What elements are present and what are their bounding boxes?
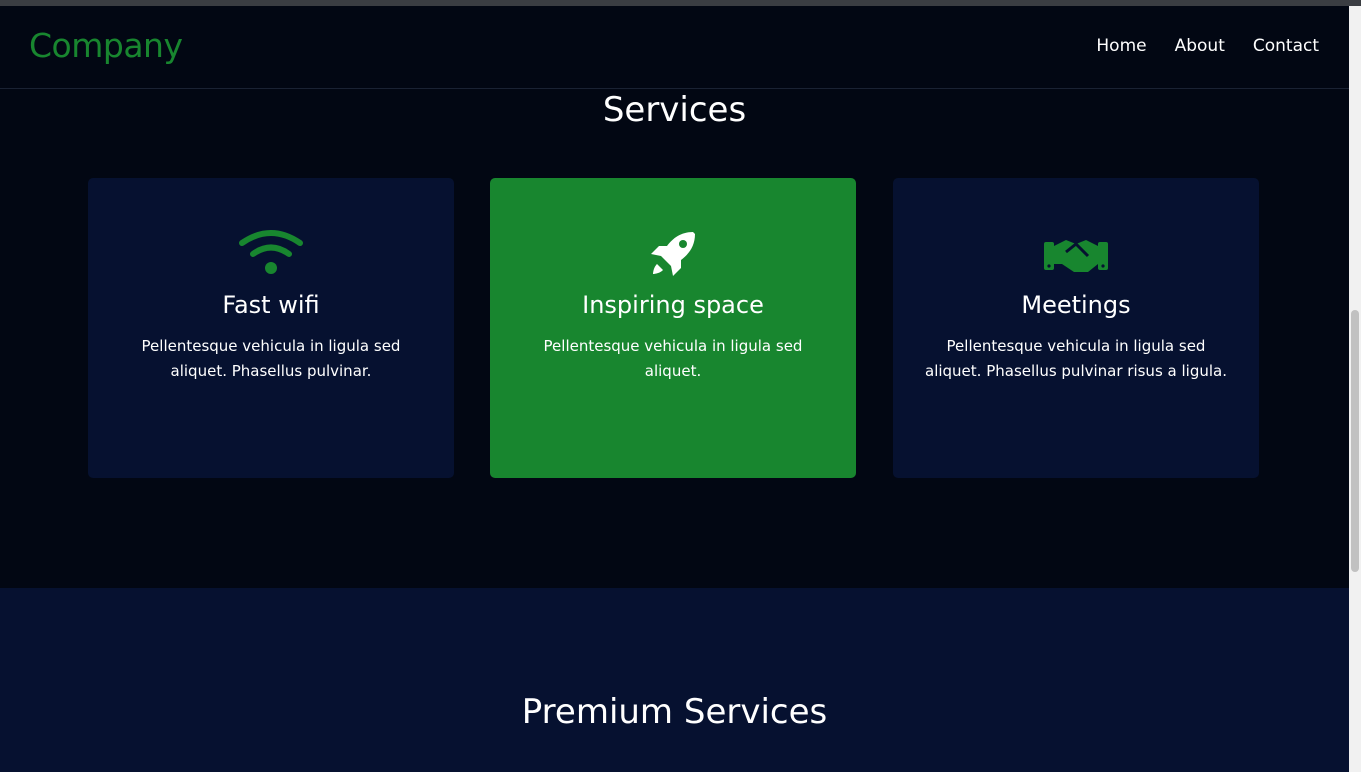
- wifi-icon: [88, 228, 454, 280]
- scrollbar[interactable]: [1349, 6, 1361, 772]
- nav-links: Home About Contact: [1096, 36, 1319, 56]
- service-card-wifi[interactable]: Fast wifi Pellentesque vehicula in ligul…: [88, 178, 454, 478]
- card-title: Meetings: [1021, 291, 1131, 319]
- card-title: Inspiring space: [582, 291, 764, 319]
- card-title: Fast wifi: [222, 291, 320, 319]
- services-title: Services: [602, 90, 747, 130]
- page: Company Home About Contact Services Fast…: [0, 6, 1349, 772]
- rocket-icon: [490, 228, 856, 280]
- nav-link-home[interactable]: Home: [1096, 36, 1146, 56]
- brand-logo[interactable]: Company: [29, 26, 183, 65]
- service-card-meetings[interactable]: Meetings Pellentesque vehicula in ligula…: [893, 178, 1259, 478]
- service-card-space[interactable]: Inspiring space Pellentesque vehicula in…: [490, 178, 856, 478]
- nav-link-contact[interactable]: Contact: [1253, 36, 1319, 56]
- card-text: Pellentesque vehicula in ligula sed aliq…: [925, 337, 1227, 380]
- premium-title: Premium Services: [521, 692, 828, 732]
- premium-section: Premium Services: [0, 588, 1349, 772]
- navbar: Company Home About Contact: [0, 6, 1349, 89]
- card-text: Pellentesque vehicula in ligula sed aliq…: [543, 337, 803, 380]
- card-text: Pellentesque vehicula in ligula sed aliq…: [141, 337, 401, 380]
- nav-link-about[interactable]: About: [1175, 36, 1225, 56]
- handshake-icon: [893, 228, 1259, 280]
- scroll-thumb[interactable]: [1351, 310, 1359, 572]
